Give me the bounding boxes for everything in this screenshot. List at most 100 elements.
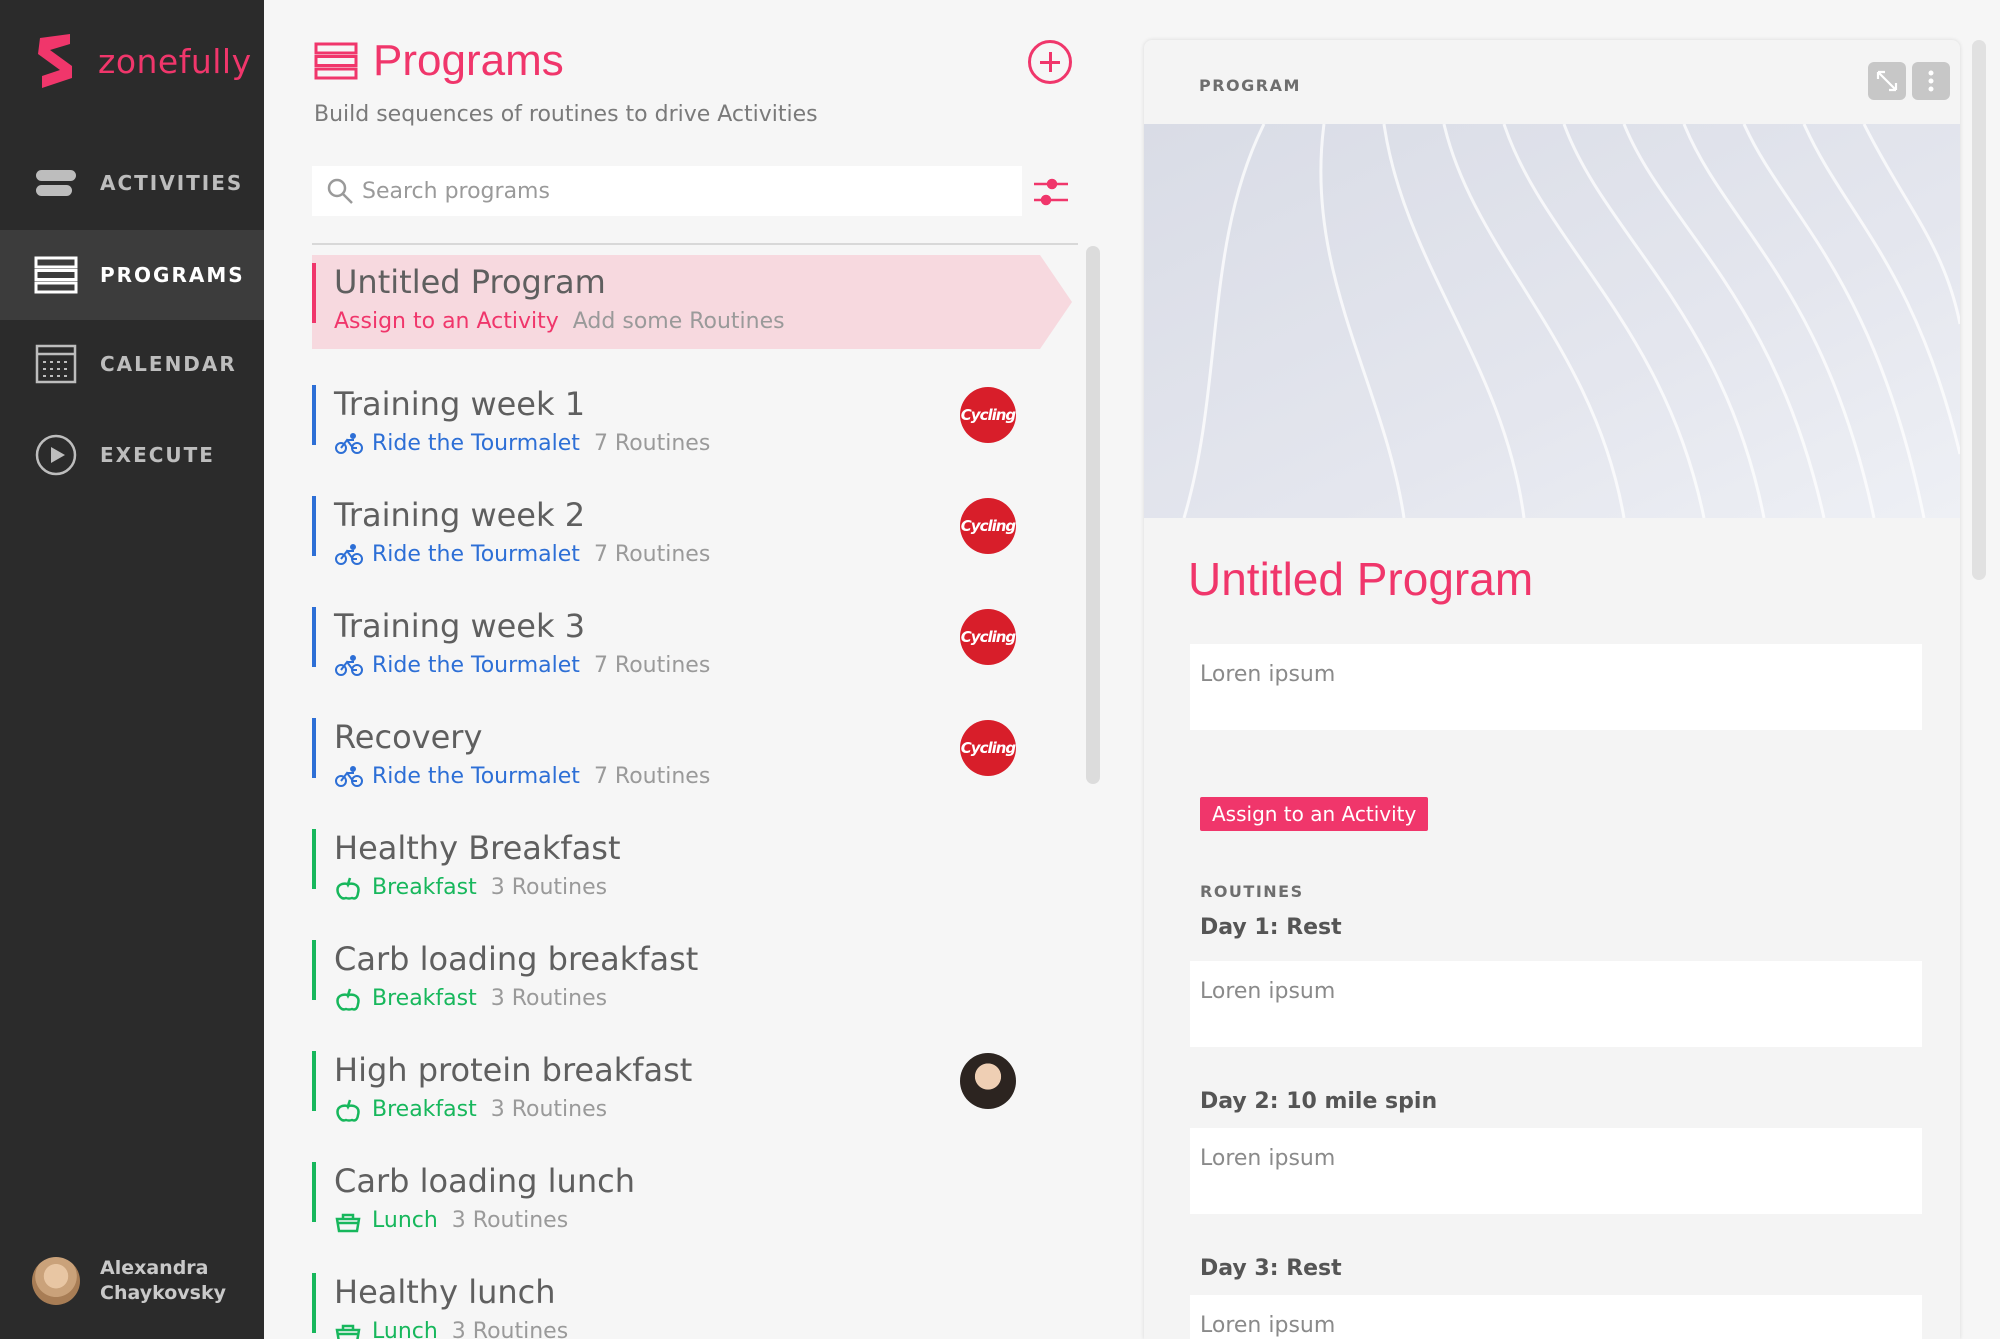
routine-count: 3 Routines (490, 875, 608, 900)
assign-activity-button[interactable]: Assign to an Activity (1200, 797, 1429, 831)
activity-link[interactable]: Breakfast (372, 1097, 477, 1122)
more-options-button[interactable] (1912, 62, 1950, 100)
hero-image (1144, 124, 1960, 518)
page-title: Programs (373, 36, 564, 85)
sidebar: zonefully ACTIVITIES PROGRAMS CALENDAR E… (0, 0, 264, 1339)
programs-icon (34, 253, 78, 297)
zonefully-logo-icon (38, 34, 72, 88)
nav-item-activities[interactable]: ACTIVITIES (0, 138, 264, 228)
activity-link[interactable]: Ride the Tourmalet (372, 542, 580, 567)
nav-item-programs[interactable]: PROGRAMS (0, 230, 264, 320)
routine-name: Day 2: 10 mile spin (1200, 1089, 1438, 1114)
routine-notes-field[interactable]: Loren ipsum (1190, 1295, 1922, 1339)
expand-icon (1876, 70, 1898, 92)
bike-icon (335, 432, 363, 454)
search-input[interactable] (362, 178, 1002, 204)
lunchbox-icon (335, 1213, 361, 1232)
activity-link[interactable]: Ride the Tourmalet (372, 431, 580, 456)
detail-scrollbar[interactable] (1972, 40, 1986, 580)
nav-label-execute: EXECUTE (100, 443, 215, 467)
program-row[interactable]: High protein breakfast Breakfast 3 Routi… (312, 1043, 1072, 1135)
routine-count: 3 Routines (490, 986, 608, 1011)
program-row[interactable]: Training week 3 Ride the Tourmalet 7 Rou… (312, 599, 1072, 691)
program-meta: Lunch 3 Routines (334, 1319, 568, 1339)
avatar (32, 1257, 80, 1305)
filter-icon[interactable] (1032, 174, 1070, 210)
routine-notes-field[interactable]: Loren ipsum (1190, 1128, 1922, 1214)
cycling-badge: Cycling (960, 498, 1016, 554)
program-row[interactable]: Carb loading breakfast Breakfast 3 Routi… (312, 932, 1072, 1024)
activity-link[interactable]: Lunch (372, 1208, 438, 1233)
play-icon (34, 433, 78, 477)
routine-notes-field[interactable]: Loren ipsum (1190, 961, 1922, 1047)
routine-count: 3 Routines (490, 1097, 608, 1122)
nav-item-calendar[interactable]: CALENDAR (0, 319, 264, 409)
routine-name: Day 3: Rest (1200, 1256, 1342, 1281)
program-title: Carb loading lunch (334, 1162, 635, 1200)
row-accent-bar (312, 263, 316, 323)
page-subtitle: Build sequences of routines to drive Act… (314, 102, 818, 127)
row-accent-bar (312, 1162, 316, 1222)
program-title: Carb loading breakfast (334, 940, 699, 978)
program-row[interactable]: Carb loading lunch Lunch 3 Routines (312, 1154, 1072, 1246)
row-accent-bar (312, 1273, 316, 1333)
program-title: Training week 1 (334, 385, 586, 423)
program-row[interactable]: Healthy Breakfast Breakfast 3 Routines (312, 821, 1072, 913)
expand-button[interactable] (1868, 62, 1906, 100)
row-accent-bar (312, 496, 316, 556)
avatar (960, 1053, 1016, 1109)
program-title: Healthy lunch (334, 1273, 556, 1311)
bike-icon (335, 765, 363, 787)
cycling-badge: Cycling (960, 720, 1016, 776)
detail-program-title: Untitled Program (1188, 553, 1534, 605)
program-meta: Breakfast 3 Routines (334, 1097, 607, 1122)
row-accent-bar (312, 607, 316, 667)
routine-count: 3 Routines (451, 1208, 569, 1233)
page-header: Programs (314, 36, 564, 86)
more-vertical-icon (1928, 70, 1934, 92)
program-row[interactable]: Healthy lunch Lunch 3 Routines (312, 1265, 1072, 1339)
program-detail-panel: PROGRAM Untitled Program Loren ipsum Ass… (1144, 40, 1960, 1339)
program-title: Training week 2 (334, 496, 586, 534)
program-row[interactable]: Recovery Ride the Tourmalet 7 Routines C… (312, 710, 1072, 802)
routines-section-label: ROUTINES (1200, 882, 1304, 901)
routine-count: 7 Routines (593, 653, 711, 678)
routine-count: 3 Routines (451, 1319, 569, 1339)
program-title: Recovery (334, 718, 483, 756)
logo[interactable]: zonefully (36, 30, 252, 92)
programs-title-icon (314, 42, 358, 80)
apple-icon (336, 1099, 360, 1122)
program-row[interactable]: Training week 2 Ride the Tourmalet 7 Rou… (312, 488, 1072, 580)
program-meta: Breakfast 3 Routines (334, 986, 607, 1011)
program-list-pane: Programs Build sequences of routines to … (264, 0, 1114, 1339)
activity-link[interactable]: Ride the Tourmalet (372, 764, 580, 789)
cycling-badge: Cycling (960, 609, 1016, 665)
program-meta: Ride the Tourmalet 7 Routines (334, 764, 710, 789)
assign-link[interactable]: Assign to an Activity (334, 309, 559, 334)
activity-link[interactable]: Ride the Tourmalet (372, 653, 580, 678)
program-meta: Ride the Tourmalet 7 Routines (334, 542, 710, 567)
lunchbox-icon (335, 1324, 361, 1339)
program-meta: Assign to an Activity Add some Routines (334, 309, 785, 334)
nav-label-calendar: CALENDAR (100, 352, 237, 376)
description-field[interactable]: Loren ipsum (1190, 644, 1922, 730)
nav-label-activities: ACTIVITIES (100, 171, 244, 195)
routine-count: Add some Routines (572, 309, 785, 334)
bike-icon (335, 654, 363, 676)
search-box[interactable] (312, 166, 1022, 216)
routine-count: 7 Routines (593, 542, 711, 567)
program-title: Healthy Breakfast (334, 829, 621, 867)
activity-link[interactable]: Lunch (372, 1319, 438, 1339)
list-scrollbar[interactable] (1086, 246, 1100, 784)
program-row[interactable]: Training week 1 Ride the Tourmalet 7 Rou… (312, 377, 1072, 469)
program-meta: Lunch 3 Routines (334, 1208, 568, 1233)
activity-link[interactable]: Breakfast (372, 875, 477, 900)
program-row-untitled[interactable]: Untitled Program Assign to an Activity A… (312, 255, 1072, 349)
apple-icon (336, 877, 360, 900)
nav-item-execute[interactable]: EXECUTE (0, 410, 264, 500)
activity-link[interactable]: Breakfast (372, 986, 477, 1011)
list-divider (312, 243, 1078, 245)
calendar-icon (34, 342, 78, 386)
add-program-button[interactable] (1028, 40, 1072, 84)
user-profile[interactable]: Alexandra Chaykovsky (32, 1256, 240, 1306)
